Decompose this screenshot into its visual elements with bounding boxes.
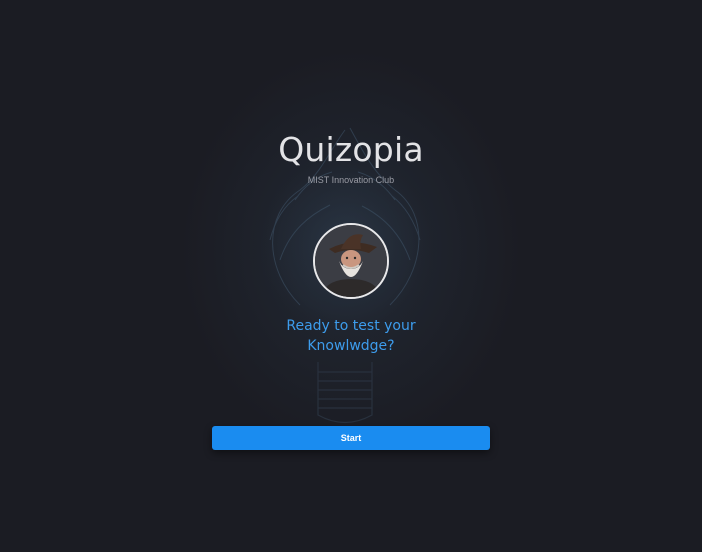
- wizard-avatar-icon: [315, 225, 387, 297]
- ready-prompt-line-1: Ready to test your: [286, 318, 416, 334]
- avatar: [313, 223, 389, 299]
- ready-prompt-line-2: Knowlwdge?: [307, 338, 395, 354]
- ready-prompt: Ready to test your Knowlwdge?: [0, 316, 702, 356]
- start-button[interactable]: Start: [212, 426, 490, 450]
- app-subtitle: MIST Innovation Club: [307, 175, 395, 185]
- quiz-landing-screen: Quizopia MIST Innovation Club Ready to t…: [0, 0, 702, 552]
- app-title: Quizopia: [278, 130, 424, 169]
